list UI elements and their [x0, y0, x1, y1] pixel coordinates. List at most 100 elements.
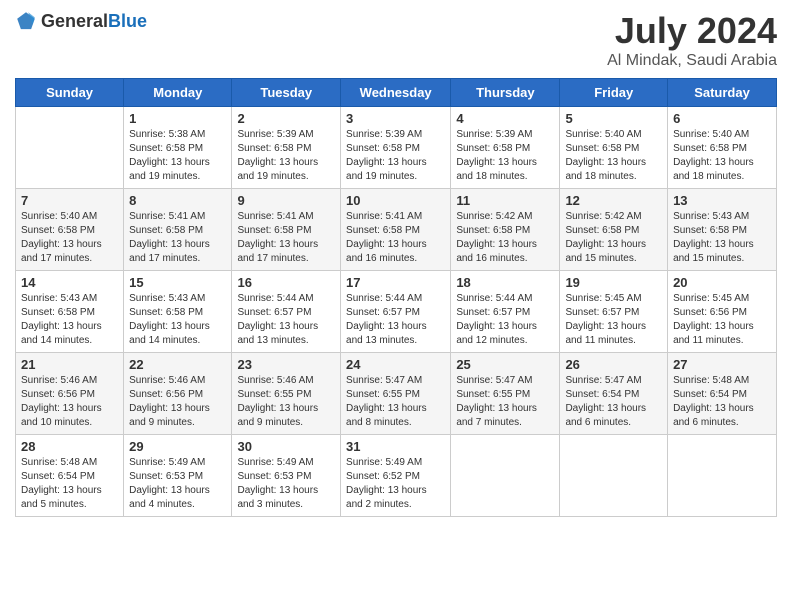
- day-info: Sunrise: 5:43 AMSunset: 6:58 PMDaylight:…: [673, 210, 771, 266]
- day-info: Sunrise: 5:47 AMSunset: 6:54 PMDaylight:…: [565, 374, 662, 430]
- day-number: 12: [565, 193, 662, 208]
- day-number: 30: [237, 439, 335, 454]
- day-info: Sunrise: 5:40 AMSunset: 6:58 PMDaylight:…: [21, 210, 118, 266]
- header-monday: Monday: [124, 79, 232, 107]
- day-info: Sunrise: 5:49 AMSunset: 6:53 PMDaylight:…: [129, 456, 226, 512]
- week-row-5: 28 Sunrise: 5:48 AMSunset: 6:54 PMDayligh…: [16, 435, 777, 517]
- table-row: 16Sunrise: 5:44 AMSunset: 6:57 PMDayligh…: [232, 271, 341, 353]
- day-info: Sunrise: 5:41 AMSunset: 6:58 PMDaylight:…: [129, 210, 226, 266]
- week-row-2: 7 Sunrise: 5:40 AMSunset: 6:58 PMDaylight…: [16, 189, 777, 271]
- day-number: 31: [346, 439, 445, 454]
- table-row: 9Sunrise: 5:41 AMSunset: 6:58 PMDaylight…: [232, 189, 341, 271]
- day-number: 25: [456, 357, 554, 372]
- header-tuesday: Tuesday: [232, 79, 341, 107]
- location-title: Al Mindak, Saudi Arabia: [607, 52, 777, 70]
- table-row: 1 Sunrise: 5:38 AMSunset: 6:58 PMDaylight…: [124, 107, 232, 189]
- day-number: 21: [21, 357, 118, 372]
- day-number: 9: [237, 193, 335, 208]
- month-title: July 2024: [607, 10, 777, 52]
- day-number: 22: [129, 357, 226, 372]
- table-row: 2Sunrise: 5:39 AMSunset: 6:58 PMDaylight…: [232, 107, 341, 189]
- week-row-1: 1 Sunrise: 5:38 AMSunset: 6:58 PMDaylight…: [16, 107, 777, 189]
- day-info: Sunrise: 5:41 AMSunset: 6:58 PMDaylight:…: [346, 210, 445, 266]
- day-info: Sunrise: 5:43 AMSunset: 6:58 PMDaylight:…: [21, 292, 118, 348]
- day-info: Sunrise: 5:38 AMSunset: 6:58 PMDaylight:…: [129, 128, 226, 184]
- day-number: 16: [237, 275, 335, 290]
- day-number: 28: [21, 439, 118, 454]
- day-info: Sunrise: 5:46 AMSunset: 6:56 PMDaylight:…: [21, 374, 118, 430]
- day-info: Sunrise: 5:40 AMSunset: 6:58 PMDaylight:…: [565, 128, 662, 184]
- day-info: Sunrise: 5:42 AMSunset: 6:58 PMDaylight:…: [565, 210, 662, 266]
- table-row: 10 Sunrise: 5:41 AMSunset: 6:58 PMDayligh…: [341, 189, 451, 271]
- day-info: Sunrise: 5:44 AMSunset: 6:57 PMDaylight:…: [346, 292, 445, 348]
- table-row: 15Sunrise: 5:43 AMSunset: 6:58 PMDayligh…: [124, 271, 232, 353]
- table-row: [668, 435, 777, 517]
- table-row: 18 Sunrise: 5:44 AMSunset: 6:57 PMDayligh…: [451, 271, 560, 353]
- day-info: Sunrise: 5:48 AMSunset: 6:54 PMDaylight:…: [673, 374, 771, 430]
- table-row: 28 Sunrise: 5:48 AMSunset: 6:54 PMDayligh…: [16, 435, 124, 517]
- table-row: 4Sunrise: 5:39 AMSunset: 6:58 PMDaylight…: [451, 107, 560, 189]
- logo-text: GeneralBlue: [41, 11, 147, 32]
- table-row: 7 Sunrise: 5:40 AMSunset: 6:58 PMDaylight…: [16, 189, 124, 271]
- day-info: Sunrise: 5:49 AMSunset: 6:52 PMDaylight:…: [346, 456, 445, 512]
- day-number: 8: [129, 193, 226, 208]
- day-info: Sunrise: 5:40 AMSunset: 6:58 PMDaylight:…: [673, 128, 771, 184]
- day-number: 13: [673, 193, 771, 208]
- logo: GeneralBlue: [15, 10, 147, 32]
- week-row-3: 14 Sunrise: 5:43 AMSunset: 6:58 PMDayligh…: [16, 271, 777, 353]
- logo-general: General: [41, 11, 108, 31]
- header-wednesday: Wednesday: [341, 79, 451, 107]
- day-info: Sunrise: 5:39 AMSunset: 6:58 PMDaylight:…: [237, 128, 335, 184]
- table-row: 23 Sunrise: 5:46 AMSunset: 6:55 PMDayligh…: [232, 353, 341, 435]
- day-info: Sunrise: 5:42 AMSunset: 6:58 PMDaylight:…: [456, 210, 554, 266]
- day-number: 18: [456, 275, 554, 290]
- day-info: Sunrise: 5:46 AMSunset: 6:56 PMDaylight:…: [129, 374, 226, 430]
- table-row: [560, 435, 668, 517]
- day-number: 14: [21, 275, 118, 290]
- day-number: 26: [565, 357, 662, 372]
- logo-icon: [15, 10, 37, 32]
- day-number: 15: [129, 275, 226, 290]
- table-row: 29 Sunrise: 5:49 AMSunset: 6:53 PMDayligh…: [124, 435, 232, 517]
- table-row: 19Sunrise: 5:45 AMSunset: 6:57 PMDayligh…: [560, 271, 668, 353]
- table-row: 25 Sunrise: 5:47 AMSunset: 6:55 PMDayligh…: [451, 353, 560, 435]
- table-row: 26 Sunrise: 5:47 AMSunset: 6:54 PMDayligh…: [560, 353, 668, 435]
- day-number: 19: [565, 275, 662, 290]
- day-info: Sunrise: 5:46 AMSunset: 6:55 PMDaylight:…: [237, 374, 335, 430]
- day-number: 29: [129, 439, 226, 454]
- day-number: 10: [346, 193, 445, 208]
- calendar-table: Sunday Monday Tuesday Wednesday Thursday…: [15, 78, 777, 517]
- table-row: [16, 107, 124, 189]
- calendar-header-row: Sunday Monday Tuesday Wednesday Thursday…: [16, 79, 777, 107]
- table-row: 22 Sunrise: 5:46 AMSunset: 6:56 PMDayligh…: [124, 353, 232, 435]
- table-row: 11Sunrise: 5:42 AMSunset: 6:58 PMDayligh…: [451, 189, 560, 271]
- header-thursday: Thursday: [451, 79, 560, 107]
- day-number: 5: [565, 111, 662, 126]
- table-row: 5 Sunrise: 5:40 AMSunset: 6:58 PMDaylight…: [560, 107, 668, 189]
- day-info: Sunrise: 5:47 AMSunset: 6:55 PMDaylight:…: [456, 374, 554, 430]
- day-number: 17: [346, 275, 445, 290]
- table-row: 6 Sunrise: 5:40 AMSunset: 6:58 PMDaylight…: [668, 107, 777, 189]
- day-info: Sunrise: 5:44 AMSunset: 6:57 PMDaylight:…: [456, 292, 554, 348]
- page-header: GeneralBlue July 2024 Al Mindak, Saudi A…: [15, 10, 777, 70]
- day-info: Sunrise: 5:47 AMSunset: 6:55 PMDaylight:…: [346, 374, 445, 430]
- table-row: 21 Sunrise: 5:46 AMSunset: 6:56 PMDayligh…: [16, 353, 124, 435]
- day-info: Sunrise: 5:39 AMSunset: 6:58 PMDaylight:…: [346, 128, 445, 184]
- day-number: 7: [21, 193, 118, 208]
- day-number: 6: [673, 111, 771, 126]
- table-row: 17 Sunrise: 5:44 AMSunset: 6:57 PMDayligh…: [341, 271, 451, 353]
- table-row: 30Sunrise: 5:49 AMSunset: 6:53 PMDayligh…: [232, 435, 341, 517]
- day-number: 23: [237, 357, 335, 372]
- table-row: 24Sunrise: 5:47 AMSunset: 6:55 PMDayligh…: [341, 353, 451, 435]
- table-row: 27Sunrise: 5:48 AMSunset: 6:54 PMDayligh…: [668, 353, 777, 435]
- header-friday: Friday: [560, 79, 668, 107]
- day-number: 1: [129, 111, 226, 126]
- table-row: 14 Sunrise: 5:43 AMSunset: 6:58 PMDayligh…: [16, 271, 124, 353]
- table-row: 31 Sunrise: 5:49 AMSunset: 6:52 PMDayligh…: [341, 435, 451, 517]
- table-row: 3Sunrise: 5:39 AMSunset: 6:58 PMDaylight…: [341, 107, 451, 189]
- day-info: Sunrise: 5:45 AMSunset: 6:56 PMDaylight:…: [673, 292, 771, 348]
- day-info: Sunrise: 5:48 AMSunset: 6:54 PMDaylight:…: [21, 456, 118, 512]
- week-row-4: 21 Sunrise: 5:46 AMSunset: 6:56 PMDayligh…: [16, 353, 777, 435]
- table-row: 8 Sunrise: 5:41 AMSunset: 6:58 PMDaylight…: [124, 189, 232, 271]
- table-row: 12 Sunrise: 5:42 AMSunset: 6:58 PMDayligh…: [560, 189, 668, 271]
